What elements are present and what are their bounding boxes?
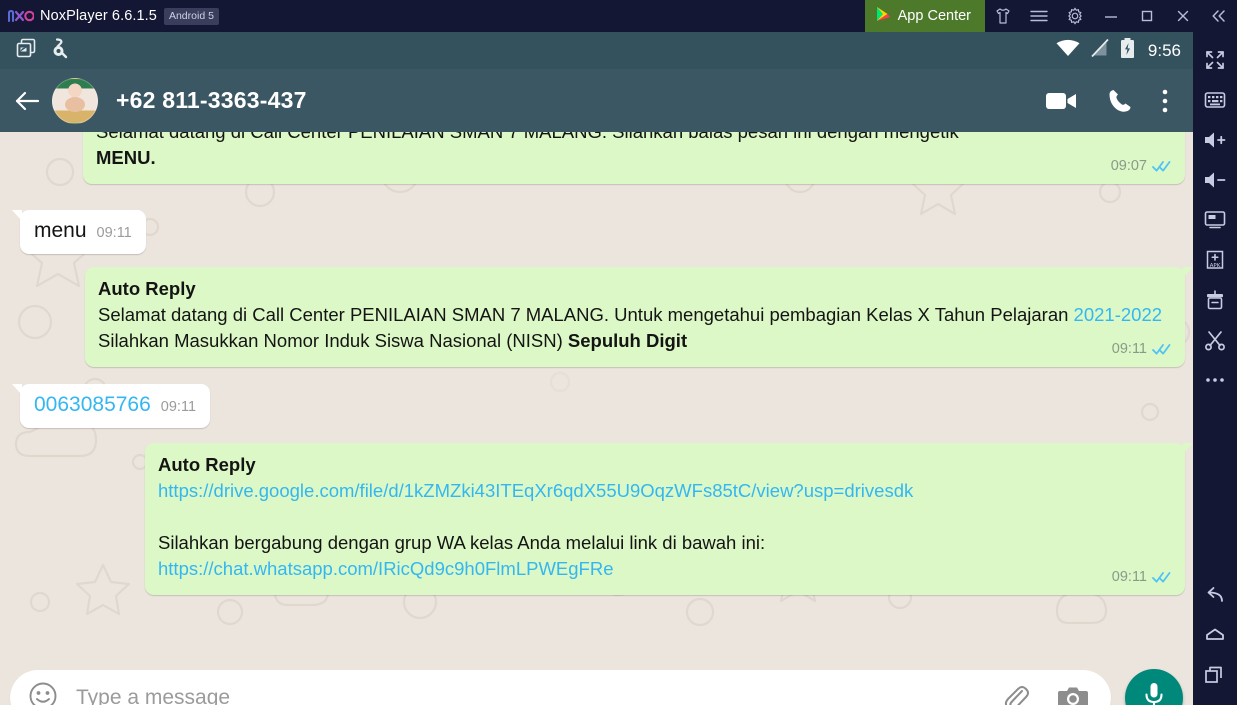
minimize-icon[interactable] [1093,0,1129,32]
message-meta-welcome: 09:07 [1111,153,1172,179]
noxplayer-title-bar: NoxPlayer 6.6.1.5 Android 5 App Center [0,0,1237,32]
fullscreen-icon[interactable] [1193,40,1237,80]
group-invite-text: Silahkan bergabung dengan grup WA kelas … [158,532,766,553]
message-input-bar: Type a message [0,659,1193,705]
read-ticks-icon [1152,343,1172,356]
read-ticks-icon [1152,571,1172,584]
emoji-smiley-icon[interactable] [28,681,58,705]
nisn-digits-bold: Sepuluh Digit [567,330,688,351]
screenshot-notification-icon [15,37,37,64]
android-back-icon[interactable] [1193,575,1237,615]
timestamp: 09:11 [1111,569,1147,585]
message-input-pill[interactable]: Type a message [10,670,1111,705]
more-options-icon[interactable] [1193,360,1237,400]
message-row-autoreply-1: Auto Reply Selamat datang di Call Center… [8,267,1193,367]
wifi-icon [1055,38,1081,63]
camera-icon[interactable] [1057,684,1089,705]
message-text-input[interactable]: Type a message [76,686,1001,705]
android-screen: 9:56 +62 811-3363-437 MENU. 09:07 menu 0… [0,32,1193,705]
message-row-nisn: 0063085766 09:11 [8,384,1185,428]
shared-folder-icon[interactable] [1193,280,1237,320]
timestamp: 09:07 [1110,158,1147,174]
status-system-icons: 9:56 [1055,37,1181,64]
battery-charging-icon [1119,37,1136,64]
read-ticks-icon [1152,160,1172,173]
status-notification-icons [15,37,71,64]
svg-text:APK: APK [1210,263,1221,269]
nisn-instruction-text: Silahkan Masukkan Nomor Induk Siswa Nasi… [98,330,568,351]
whatsapp-group-link[interactable]: https://chat.whatsapp.com/IRicQd9c9h0Flm… [158,558,614,579]
message-bubble-menu[interactable]: menu 09:11 [12,210,146,254]
nox-app-title: NoxPlayer 6.6.1.5 [40,8,157,24]
message-meta-autoreply-1: 09:11 [1112,336,1172,362]
chat-header-actions [1045,88,1179,114]
app-center-button[interactable]: App Center [864,0,985,32]
menu-message-text: menu [34,219,87,242]
close-icon[interactable] [1165,0,1201,32]
paperclip-attach-icon[interactable] [1001,683,1031,705]
status-bar-clock: 9:56 [1147,40,1181,60]
android-status-bar: 9:56 [0,32,1193,69]
keyboard-icon[interactable] [1193,80,1237,120]
message-row-welcome: Selamat datang di Call Center PENILAIAN … [8,132,1185,184]
whatsapp-chat-header: +62 811-3363-437 [0,69,1193,132]
app-notification-icon [49,37,71,64]
input-action-icons [1001,683,1095,705]
install-apk-icon[interactable]: APK [1193,240,1237,280]
display-screen-icon[interactable] [1193,200,1237,240]
message-bubble-welcome[interactable]: Selamat datang di Call Center PENILAIAN … [83,132,1185,184]
hamburger-menu-icon[interactable] [1021,0,1057,32]
shirt-icon[interactable] [985,0,1021,32]
microphone-icon [1141,681,1167,705]
video-call-icon[interactable] [1045,89,1079,113]
android-recents-icon[interactable] [1193,655,1237,695]
autoreply-body-1: Selamat datang di Call Center PENILAIAN … [98,302,1172,328]
group-link-line: https://chat.whatsapp.com/IRicQd9c9h0Flm… [158,556,1172,585]
timestamp: 09:11 [96,225,132,241]
play-store-icon [876,6,891,27]
welcome-clipped-line: Selamat datang di Call Center PENILAIAN … [96,132,1172,145]
nox-logo-icon [8,6,34,26]
message-bubble-autoreply-1[interactable]: Auto Reply Selamat datang di Call Center… [85,267,1193,367]
collapse-icon[interactable] [1201,0,1237,32]
welcome-menu-text: MENU. [96,147,156,168]
nox-window-controls: App Center [864,0,1237,32]
android-home-icon[interactable] [1193,615,1237,655]
overflow-menu-icon[interactable] [1161,88,1169,114]
year-link[interactable]: 2021-2022 [1074,304,1162,325]
timestamp: 09:11 [160,399,197,415]
screenshot-scissors-icon[interactable] [1193,320,1237,360]
autoreply-title: Auto Reply [158,454,256,475]
message-bubble-autoreply-2[interactable]: Auto Reply https://drive.google.com/file… [145,443,1193,595]
app-center-label: App Center [897,8,971,24]
noxplayer-window: NoxPlayer 6.6.1.5 Android 5 App Center 9… [0,0,1237,705]
chat-message-list[interactable]: Selamat datang di Call Center PENILAIAN … [0,132,1193,659]
timestamp: 09:11 [1111,341,1147,357]
message-meta-autoreply-2: 09:11 [1112,564,1172,590]
message-row-menu: menu 09:11 [8,210,1185,254]
avatar[interactable] [52,77,98,124]
message-bubble-nisn[interactable]: 0063085766 09:11 [11,384,211,428]
android-version-badge: Android 5 [163,7,219,25]
maximize-icon[interactable] [1129,0,1165,32]
voice-call-icon[interactable] [1107,88,1133,114]
drive-link[interactable]: https://drive.google.com/file/d/1kZMZki4… [158,478,1172,504]
noxplayer-sidebar: APK [1193,32,1237,705]
volume-down-icon[interactable] [1193,160,1237,200]
voice-record-button[interactable] [1125,669,1183,705]
volume-up-icon[interactable] [1193,120,1237,160]
contact-name: +62 811-3363-437 [116,87,307,113]
autoreply-body-text: Selamat datang di Call Center PENILAIAN … [98,304,1074,325]
autoreply-title: Auto Reply [98,278,196,299]
back-arrow-icon[interactable] [14,90,48,112]
autoreply-body-2: Silahkan Masukkan Nomor Induk Siswa Nasi… [98,328,1172,357]
no-signal-icon [1090,38,1110,63]
nisn-number-link[interactable]: 0063085766 [34,392,151,418]
message-row-autoreply-2: Auto Reply https://drive.google.com/file… [8,443,1193,595]
gear-icon[interactable] [1057,0,1093,32]
messages-container: Selamat datang di Call Center PENILAIAN … [0,132,1193,602]
